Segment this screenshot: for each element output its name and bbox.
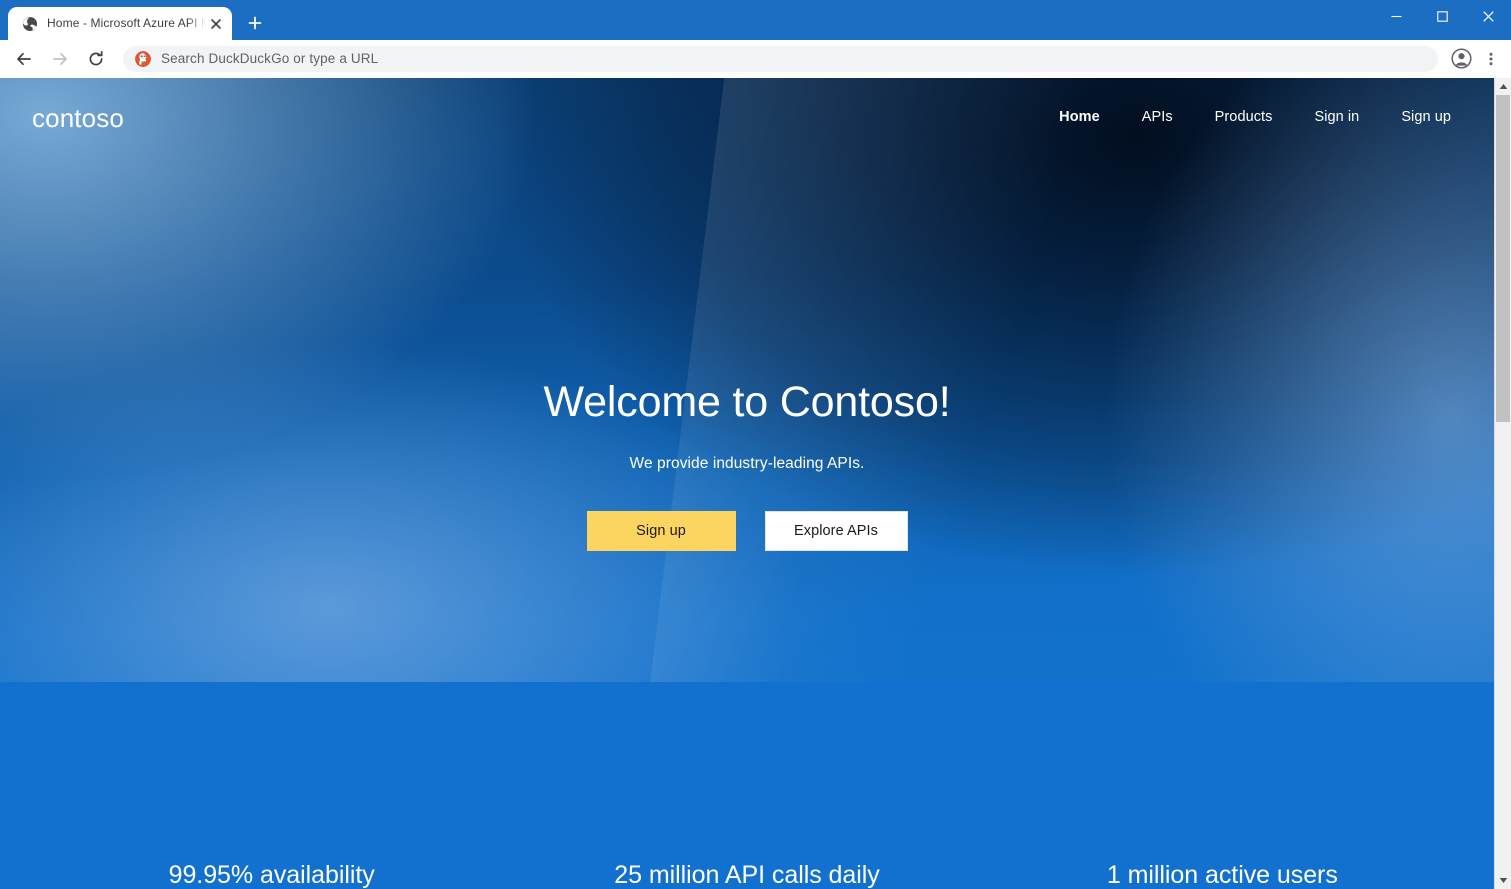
address-bar-placeholder: Search DuckDuckGo or type a URL	[161, 51, 379, 66]
stats-band-background	[0, 682, 1494, 889]
stat-active-users: 1 million active users Millions of peopl…	[985, 861, 1460, 889]
forward-button[interactable]	[45, 44, 75, 74]
stat-headline: 1 million active users	[1106, 861, 1338, 889]
globe-icon	[22, 16, 38, 32]
hero-actions: Sign up Explore APIs	[0, 511, 1494, 552]
nav-item-sign-up[interactable]: Sign up	[1380, 101, 1472, 133]
site-header: contoso Home APIs Products Sign in Sign …	[0, 78, 1494, 156]
minimize-button[interactable]	[1373, 0, 1419, 32]
page-title: Welcome to Contoso!	[543, 378, 951, 426]
nav-item-products[interactable]: Products	[1194, 101, 1294, 133]
duckduckgo-icon	[135, 50, 151, 67]
close-window-button[interactable]	[1465, 0, 1511, 32]
hero-content: Welcome to Contoso! We provide industry-…	[0, 378, 1494, 552]
scroll-up-icon[interactable]	[1495, 78, 1511, 95]
tab-title: Home - Microsoft Azure API Man	[47, 16, 206, 30]
browser-window: Home - Microsoft Azure API Man	[0, 0, 1511, 889]
hero-subtitle: We provide industry-leading APIs.	[629, 455, 865, 473]
stat-api-calls: 25 million API calls daily Our APIs defi…	[509, 861, 984, 889]
window-controls	[1373, 0, 1511, 32]
back-button[interactable]	[9, 44, 39, 74]
address-bar[interactable]: Search DuckDuckGo or type a URL	[123, 45, 1438, 72]
scroll-down-icon[interactable]	[1495, 872, 1511, 889]
tab-strip: Home - Microsoft Azure API Man	[0, 0, 1511, 40]
main-navigation: Home APIs Products Sign in Sign up	[1038, 101, 1472, 133]
kebab-menu-icon[interactable]	[1479, 45, 1503, 73]
stat-headline: 99.95% availability	[168, 861, 375, 889]
browser-tab[interactable]: Home - Microsoft Azure API Man	[8, 7, 232, 40]
stat-headline: 25 million API calls daily	[614, 861, 880, 889]
browser-toolbar: Search DuckDuckGo or type a URL	[0, 40, 1511, 78]
nav-item-home[interactable]: Home	[1038, 101, 1121, 133]
explore-apis-button[interactable]: Explore APIs	[764, 511, 908, 552]
brand-logo[interactable]: contoso	[32, 103, 124, 131]
scrollbar-thumb[interactable]	[1496, 95, 1510, 422]
sign-up-button[interactable]: Sign up	[586, 511, 736, 552]
account-circle-icon[interactable]	[1447, 45, 1475, 73]
page-scrollbar[interactable]	[1494, 78, 1511, 889]
stat-availability: 99.95% availability Our APIs can be used…	[34, 861, 509, 889]
page-viewport: contoso Home APIs Products Sign in Sign …	[0, 78, 1511, 889]
reload-button[interactable]	[81, 44, 111, 74]
nav-item-sign-in[interactable]: Sign in	[1293, 101, 1380, 133]
web-page: contoso Home APIs Products Sign in Sign …	[0, 78, 1494, 889]
stats-section: 99.95% availability Our APIs can be used…	[0, 861, 1494, 889]
new-tab-button[interactable]	[241, 9, 269, 37]
nav-item-apis[interactable]: APIs	[1121, 101, 1194, 133]
maximize-button[interactable]	[1419, 0, 1465, 32]
close-tab-icon[interactable]	[206, 14, 226, 34]
